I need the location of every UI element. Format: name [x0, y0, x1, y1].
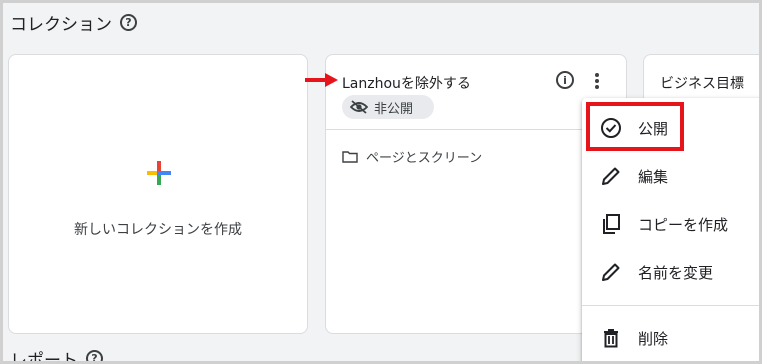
more-vert-icon[interactable] — [592, 71, 602, 91]
annotation-highlight-box — [586, 102, 684, 151]
folder-item[interactable]: ページとスクリーン — [342, 147, 482, 166]
pencil-icon — [602, 263, 620, 281]
status-badge: 非公開 — [342, 95, 434, 119]
goal-title: ビジネス目標 — [660, 76, 744, 92]
collection-title: Lanzhouを除外する — [342, 76, 471, 92]
folder-icon — [342, 151, 358, 163]
create-collection-card[interactable]: 新しいコレクションを作成 — [8, 54, 308, 334]
annotation-arrow — [305, 73, 339, 87]
create-collection-label: 新しいコレクションを作成 — [74, 222, 242, 238]
folder-label: ページとスクリーン — [366, 151, 483, 166]
reports-header: レポート ? — [10, 346, 103, 364]
menu-item-delete[interactable]: 削除 — [582, 314, 762, 362]
menu-item-label: 編集 — [638, 167, 669, 186]
collections-title: コレクション — [10, 15, 112, 35]
help-icon[interactable]: ? — [120, 14, 137, 31]
collections-header: コレクション ? — [10, 10, 137, 35]
menu-item-label: 名前を変更 — [638, 263, 714, 282]
eye-off-icon — [350, 100, 368, 114]
info-icon[interactable]: i — [556, 71, 574, 89]
menu-item-rename[interactable]: 名前を変更 — [582, 248, 762, 296]
plus-icon — [147, 161, 171, 185]
menu-item-label: コピーを作成 — [638, 215, 729, 234]
menu-divider — [582, 305, 762, 306]
menu-item-edit[interactable]: 編集 — [582, 152, 762, 200]
copy-icon — [603, 214, 620, 234]
divider — [326, 129, 626, 130]
status-badge-label: 非公開 — [374, 101, 414, 117]
pencil-icon — [602, 167, 620, 185]
reports-title: レポート — [10, 351, 78, 364]
menu-item-label: 削除 — [638, 329, 669, 348]
menu-item-copy[interactable]: コピーを作成 — [582, 200, 762, 248]
help-icon[interactable]: ? — [86, 350, 103, 364]
trash-icon — [604, 329, 618, 348]
